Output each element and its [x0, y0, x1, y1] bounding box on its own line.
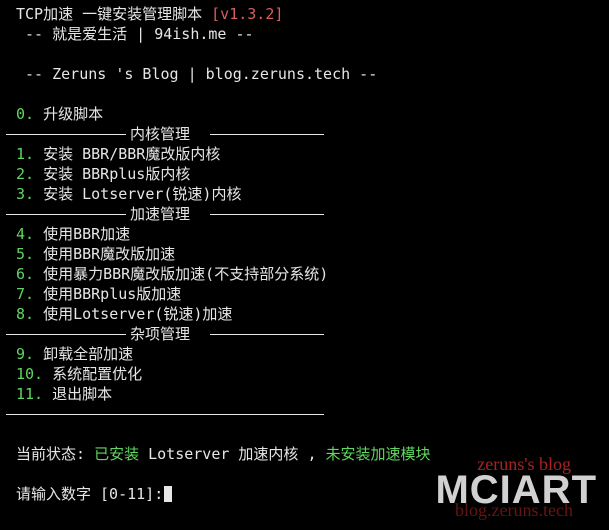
menu-item-label: 安装 BBR/BBR魔改版内核 [34, 145, 221, 163]
status-installed: 已安装 [94, 445, 140, 463]
section-header-kernel: 内核管理 [6, 124, 324, 144]
menu-item-label: 系统配置优化 [43, 365, 143, 383]
menu-bottom-divider [6, 414, 324, 415]
status-line: 当前状态: 已安装 Lotserver 加速内核 , 未安装加速模块 [16, 444, 431, 464]
header-blog-line: -- Zeruns 's Blog | blog.zeruns.tech -- [16, 65, 378, 83]
text-cursor[interactable] [164, 486, 173, 502]
menu-item-number: 9. [16, 345, 35, 363]
menu-item-number: 8. [16, 305, 35, 323]
menu-item-3: 3. 安装 Lotserver(锐速)内核 [16, 184, 241, 204]
menu-item-label: 升级脚本 [34, 105, 104, 123]
menu-item-label: 退出脚本 [43, 385, 113, 403]
menu-item-number: 0. [16, 105, 35, 123]
menu-item-label: 安装 Lotserver(锐速)内核 [34, 185, 242, 203]
header-title-line: TCP加速 一键安装管理脚本 [v1.3.2] [16, 4, 283, 24]
menu-item-number: 2. [16, 165, 35, 183]
section-header-misc: 杂项管理 [6, 324, 324, 344]
menu-item-2: 2. 安装 BBRplus版内核 [16, 164, 190, 184]
divider [6, 134, 126, 135]
menu-item-9: 9. 卸载全部加速 [16, 344, 133, 364]
divider [6, 214, 126, 215]
watermark-bottom-text: blog.zeruns.tech [455, 500, 573, 520]
watermark-logo: MCIART [435, 468, 597, 512]
divider [6, 334, 126, 335]
menu-item-number: 6. [16, 265, 35, 283]
status-module: 未安装加速模块 [325, 445, 431, 463]
menu-item-label: 使用Lotserver(锐速)加速 [34, 305, 233, 323]
menu-item-5: 5. 使用BBR魔改版加速 [16, 244, 175, 264]
menu-item-number: 3. [16, 185, 35, 203]
menu-item-6: 6. 使用暴力BBR魔改版加速(不支持部分系统) [16, 264, 328, 284]
watermark: zeruns's blog MCIART blog.zeruns.tech [397, 454, 597, 524]
input-prompt: 请输入数字 [0-11]: [16, 485, 164, 503]
section-title: 杂项管理 [130, 325, 191, 343]
watermark-top-text: zeruns's blog [477, 454, 571, 474]
input-prompt-line[interactable]: 请输入数字 [0-11]: [16, 484, 173, 504]
menu-item-7: 7. 使用BBRplus版加速 [16, 284, 181, 304]
menu-item-label: 使用BBR加速 [34, 225, 131, 243]
section-title: 加速管理 [130, 205, 191, 223]
menu-item-upgrade: 0. 升级脚本 [16, 104, 103, 124]
section-title: 内核管理 [130, 125, 191, 143]
menu-item-1: 1. 安装 BBR/BBR魔改版内核 [16, 144, 220, 164]
menu-item-4: 4. 使用BBR加速 [16, 224, 130, 244]
menu-item-number: 7. [16, 285, 35, 303]
menu-item-label: 卸载全部加速 [34, 345, 134, 363]
menu-item-11: 11. 退出脚本 [16, 384, 112, 404]
divider [210, 134, 324, 135]
menu-item-10: 10. 系统配置优化 [16, 364, 142, 384]
divider [210, 334, 324, 335]
menu-item-number: 11. [16, 385, 44, 403]
terminal-window[interactable]: TCP加速 一键安装管理脚本 [v1.3.2] -- 就是爱生活 | 94ish… [0, 0, 609, 530]
status-detail: Lotserver 加速内核 , [139, 445, 326, 463]
menu-item-number: 10. [16, 365, 44, 383]
status-label: 当前状态: [16, 445, 95, 463]
menu-item-number: 4. [16, 225, 35, 243]
menu-item-label: 使用暴力BBR魔改版加速(不支持部分系统) [34, 265, 329, 283]
header-credit-line: -- 就是爱生活 | 94ish.me -- [16, 25, 254, 43]
menu-item-number: 5. [16, 245, 35, 263]
section-header-accel: 加速管理 [6, 204, 324, 224]
menu-item-number: 1. [16, 145, 35, 163]
menu-item-label: 安装 BBRplus版内核 [34, 165, 191, 183]
divider [210, 214, 324, 215]
menu-item-label: 使用BBRplus版加速 [34, 285, 182, 303]
menu-item-8: 8. 使用Lotserver(锐速)加速 [16, 304, 232, 324]
script-title: TCP加速 一键安装管理脚本 [16, 5, 212, 23]
version-label: [v1.3.2] [211, 5, 284, 23]
menu-item-label: 使用BBR魔改版加速 [34, 245, 176, 263]
